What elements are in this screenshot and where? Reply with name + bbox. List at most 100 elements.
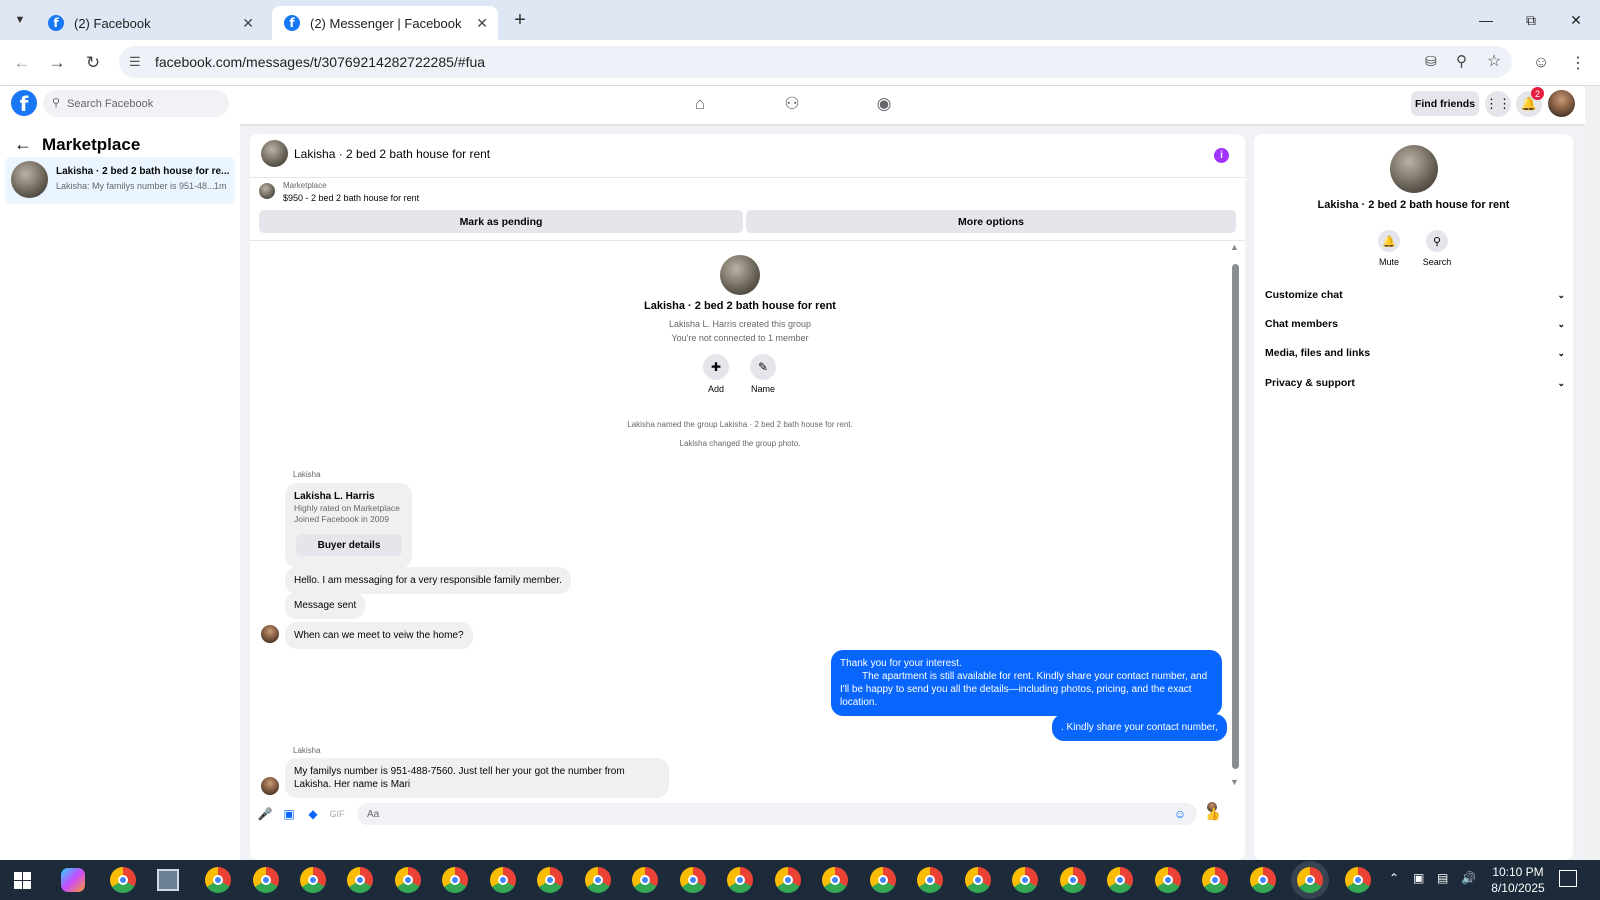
close-icon[interactable]: ✕ — [242, 15, 254, 32]
chrome-icon[interactable] — [442, 867, 468, 893]
add-person-icon[interactable]: ✚ — [703, 354, 729, 380]
sender-avatar[interactable] — [261, 625, 279, 643]
taskbar-clock[interactable]: 10:10 PM 8/10/2025 — [1486, 864, 1550, 896]
chrome-icon[interactable] — [1107, 867, 1133, 893]
network-icon[interactable]: ▤ — [1437, 871, 1448, 885]
url-input[interactable]: ☰ facebook.com/messages/t/30769214282722… — [119, 46, 1512, 78]
app-icon[interactable] — [157, 869, 179, 891]
chrome-icon[interactable] — [300, 867, 326, 893]
forward-icon[interactable]: → — [44, 50, 70, 76]
page-scrollbar[interactable] — [1585, 86, 1600, 860]
copilot-icon[interactable] — [61, 868, 85, 892]
my-message-bubble[interactable]: Thank you for your interest. The apartme… — [831, 650, 1222, 716]
chrome-icon[interactable] — [395, 867, 421, 893]
close-window-icon[interactable]: ✕ — [1556, 8, 1596, 32]
chrome-icon[interactable] — [490, 867, 516, 893]
chrome-icon[interactable] — [347, 867, 373, 893]
more-options-button[interactable]: More options — [746, 210, 1236, 233]
chrome-icon[interactable] — [1060, 867, 1086, 893]
chrome-icon[interactable] — [822, 867, 848, 893]
chrome-icon[interactable] — [917, 867, 943, 893]
listing-title[interactable]: $950 - 2 bed 2 bath house for rent — [283, 193, 419, 203]
chrome-icon[interactable] — [1297, 867, 1323, 893]
bell-icon[interactable]: 🔔 — [1378, 230, 1400, 252]
home-icon[interactable]: ⌂ — [686, 92, 714, 116]
chrome-icon[interactable] — [870, 867, 896, 893]
site-settings-icon[interactable]: ☰ — [129, 54, 141, 70]
search-input[interactable]: ⚲ Search Facebook — [43, 90, 229, 117]
show-hidden-icons[interactable]: ⌃ — [1389, 871, 1399, 885]
thumbs-up-icon[interactable]: 👍 — [1204, 805, 1222, 823]
sticker-icon[interactable]: ◆ — [304, 805, 322, 823]
my-message-bubble[interactable]: . Kindly share your contact number, — [1052, 714, 1227, 741]
chrome-icon[interactable] — [585, 867, 611, 893]
emoji-icon[interactable]: ☺ — [1171, 805, 1189, 823]
listing-thumbnail[interactable] — [259, 183, 275, 199]
find-friends-button[interactable]: Find friends — [1411, 91, 1479, 116]
chrome-icon[interactable] — [775, 867, 801, 893]
chrome-icon[interactable] — [537, 867, 563, 893]
chrome-icon[interactable] — [110, 867, 136, 893]
message-bubble[interactable]: My familys number is 951-488-7560. Just … — [285, 758, 669, 798]
thread-scroll-down-icon[interactable]: ▼ — [1230, 777, 1239, 787]
install-icon[interactable]: ⛁ — [1425, 53, 1437, 70]
chrome-icon[interactable] — [965, 867, 991, 893]
chrome-icon[interactable] — [1345, 867, 1371, 893]
chrome-icon[interactable] — [253, 867, 279, 893]
facebook-logo-icon[interactable]: f — [11, 90, 37, 116]
meet-icon[interactable]: ▣ — [1413, 871, 1424, 885]
chrome-icon[interactable] — [1202, 867, 1228, 893]
chrome-icon[interactable] — [205, 867, 231, 893]
thread-scroll-up-icon[interactable]: ▲ — [1230, 242, 1239, 252]
close-icon[interactable]: ✕ — [476, 15, 488, 32]
notifications-icon[interactable] — [1559, 870, 1577, 887]
info-icon[interactable]: i — [1214, 148, 1229, 163]
tab-list-chevron-down-icon[interactable]: ▼ — [10, 10, 30, 30]
privacy-support-section[interactable]: Privacy & support ⌄ — [1265, 373, 1565, 393]
message-input[interactable]: Aa — [357, 803, 1197, 825]
back-arrow-icon[interactable]: ← — [14, 134, 32, 155]
new-tab-plus-icon[interactable]: + — [508, 8, 532, 32]
mark-as-pending-button[interactable]: Mark as pending — [259, 210, 743, 233]
chrome-icon[interactable] — [680, 867, 706, 893]
image-icon[interactable]: ▣ — [280, 805, 298, 823]
chrome-icon[interactable] — [1250, 867, 1276, 893]
microphone-icon[interactable]: 🎤 — [256, 805, 274, 823]
message-bubble[interactable]: When can we meet to veiw the home? — [285, 622, 473, 649]
reload-icon[interactable]: ↻ — [80, 50, 106, 76]
account-avatar[interactable] — [1548, 90, 1575, 117]
minimize-icon[interactable]: — — [1466, 8, 1506, 32]
message-bubble[interactable]: Message sent — [285, 592, 366, 619]
chrome-icon[interactable] — [632, 867, 658, 893]
pencil-icon[interactable]: ✎ — [750, 354, 776, 380]
profile-icon[interactable]: ☺ — [1528, 50, 1554, 76]
chrome-icon[interactable] — [727, 867, 753, 893]
customize-chat-section[interactable]: Customize chat ⌄ — [1265, 285, 1565, 305]
thread-scrollbar[interactable] — [1232, 264, 1239, 769]
groups-icon[interactable]: ◉ — [870, 92, 898, 116]
conversation-list-item[interactable]: Lakisha · 2 bed 2 bath house for re... L… — [5, 157, 235, 204]
sender-avatar[interactable] — [261, 777, 279, 795]
chat-header-avatar[interactable] — [261, 140, 288, 167]
media-files-links-section[interactable]: Media, files and links ⌄ — [1265, 343, 1565, 363]
zoom-icon[interactable]: ⚲ — [1456, 52, 1467, 70]
tab-messenger[interactable]: f (2) Messenger | Facebook ✕ — [272, 6, 498, 40]
search-icon[interactable]: ⚲ — [1426, 230, 1448, 252]
back-icon[interactable]: ← — [9, 50, 35, 76]
menu-icon[interactable]: ⋮ — [1565, 50, 1591, 76]
star-icon[interactable]: ☆ — [1487, 51, 1501, 71]
volume-icon[interactable]: 🔊 — [1461, 871, 1476, 885]
chrome-icon[interactable] — [1012, 867, 1038, 893]
friends-icon[interactable]: ⚇ — [778, 92, 806, 116]
group-avatar[interactable] — [720, 255, 760, 295]
apps-grid-icon[interactable]: ⋮⋮ — [1485, 91, 1511, 117]
chat-info-avatar[interactable] — [1390, 145, 1438, 193]
chrome-icon[interactable] — [1155, 867, 1181, 893]
gif-icon[interactable]: GIF — [328, 805, 346, 823]
chat-members-section[interactable]: Chat members ⌄ — [1265, 314, 1565, 334]
message-bubble[interactable]: Hello. I am messaging for a very respons… — [285, 567, 571, 594]
windows-start-icon[interactable] — [14, 872, 31, 889]
buyer-details-button[interactable]: Buyer details — [296, 534, 402, 556]
restore-icon[interactable]: ⧉ — [1511, 8, 1551, 32]
tab-facebook[interactable]: f (2) Facebook ✕ — [36, 6, 264, 40]
